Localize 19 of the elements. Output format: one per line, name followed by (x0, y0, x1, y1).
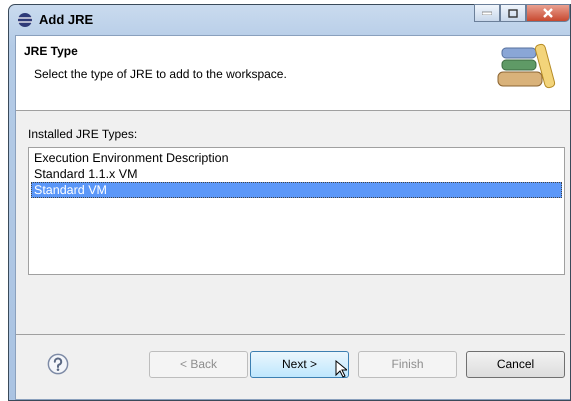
list-item[interactable]: Standard 1.1.x VM (31, 166, 562, 182)
page-title: JRE Type (24, 43, 79, 60)
jre-type-list[interactable]: Execution Environment Description Standard 1.1.x VM Standard VM (28, 147, 565, 275)
wizard-button[interactable]: Next > (250, 350, 349, 378)
window-title: Add JRE (39, 11, 94, 30)
wizard-button[interactable]: Cancel (466, 350, 565, 378)
page-description: Select the type of JRE to add to the workspace. (33, 66, 287, 83)
help-icon[interactable] (47, 352, 69, 376)
close-button[interactable] (526, 4, 570, 22)
minimize-button[interactable] (474, 4, 500, 22)
list-item[interactable]: Execution Environment Description (31, 150, 562, 166)
minimize-icon (482, 11, 492, 15)
mouse-cursor-icon (335, 360, 347, 378)
list-label: Installed JRE Types: (28, 126, 138, 143)
maximize-icon (508, 8, 518, 18)
maximize-button[interactable] (500, 4, 526, 22)
close-icon (542, 8, 554, 18)
books-icon (496, 42, 558, 90)
globe-icon (17, 12, 33, 28)
